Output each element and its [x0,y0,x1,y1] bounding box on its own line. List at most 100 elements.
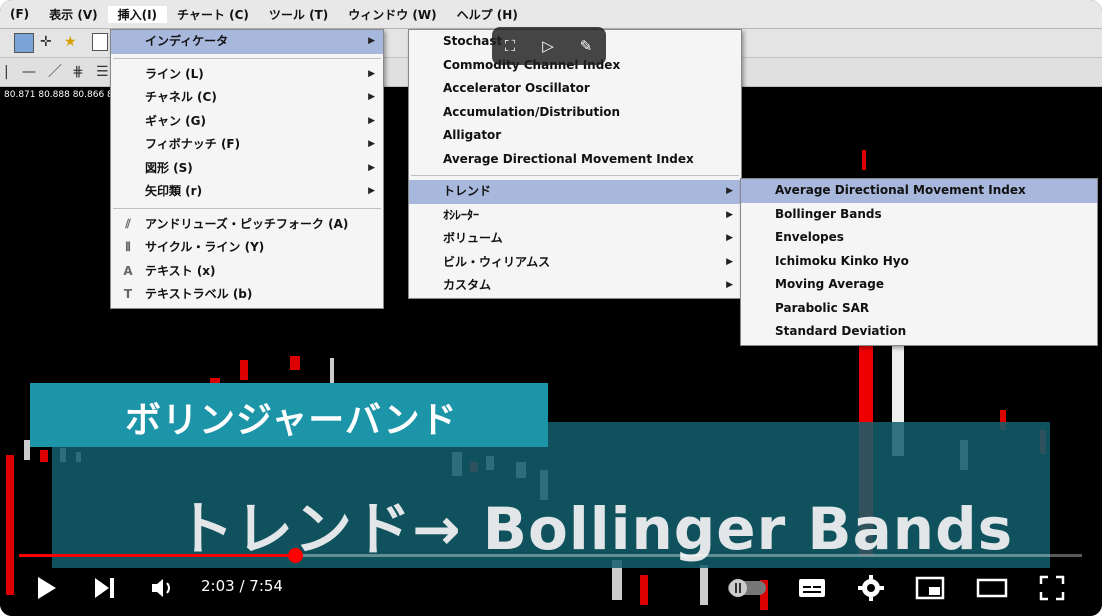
insert_menu-item-12[interactable]: T テキストラベル (b) [111,283,383,307]
insert_menu-item-11[interactable]: A テキスト (x) [111,260,383,284]
video-player[interactable]: (F) 表示 (V) 挿入(I) チャート (C) ツール (T) ウィンドウ (W) ヘル… [0,0,1102,616]
submenu-arrow-icon: ▶ [368,115,375,126]
menu-0[interactable]: (F) [0,7,39,21]
scrubber-knob[interactable] [287,548,303,563]
menu-6[interactable]: ヘルプ (H) [447,6,528,23]
indicators_menu-item-9[interactable]: ボリューム ▶ [409,227,741,251]
insert_menu-item-4[interactable]: ギャン (G) ▶ [111,110,383,134]
insert_menu-item-2[interactable]: ライン (L) ▶ [111,63,383,87]
menu-item-label: ギャン (G) [145,113,206,128]
play-later-icon[interactable]: ▷ [536,34,560,58]
text-label-icon: T [123,287,133,301]
trend_menu-item-5[interactable]: Parabolic SAR [741,297,1097,321]
indicators_menu-item-2[interactable]: Accelerator Oscillator [409,77,741,101]
folder-star-icon[interactable]: ★ [64,32,77,52]
indicators_menu-item-4[interactable]: Alligator [409,124,741,148]
trend_menu-item-4[interactable]: Moving Average [741,273,1097,297]
price-readout: 80.871 80.888 80.866 80 [4,90,119,100]
indicators_menu-item-7[interactable]: トレンド ▶ [409,180,741,204]
submenu-arrow-icon: ▶ [726,256,733,267]
volume-icon[interactable] [148,573,176,603]
indicators_menu-item-10[interactable]: ビル・ウィリアムス ▶ [409,251,741,275]
menu-separator [411,175,739,176]
menu-item-label: トレンド [443,184,492,198]
trend_menu-item-2[interactable]: Envelopes [741,226,1097,250]
insert_menu-item-5[interactable]: フィボナッチ (F) ▶ [111,133,383,157]
menu-item-label: フィボナッチ (F) [145,137,241,151]
candle [240,360,248,380]
menu-item-label: Average Directional Movement Index [775,183,1026,197]
trend_menu-item-0[interactable]: Average Directional Movement Index [741,179,1097,203]
autoplay-toggle-icon[interactable] [726,573,768,603]
trend_menu-item-3[interactable]: Ichimoku Kinko Hyo [741,250,1097,274]
menu-item-label: Moving Average [775,277,884,291]
clip-icon[interactable]: ⛶ [498,34,522,58]
notes-icon[interactable]: ✎ [574,34,598,58]
title-banner: ボリンジャーバンド [30,383,548,447]
insert_menu-item-3[interactable]: チャネル (C) ▶ [111,86,383,110]
insert_menu-item-0[interactable]: インディケータ ▶ [111,30,383,54]
theater-mode-icon[interactable] [975,573,1009,603]
indicators_menu-item-8[interactable]: ｵｼﾚｰﾀｰ ▶ [409,204,741,228]
menu-item-label: 矢印類 (r) [145,184,203,198]
menu-item-label: Parabolic SAR [775,300,870,315]
candle [40,450,48,462]
vertical-line-icon[interactable]: | [4,62,9,82]
menu-item-label: Standard Deviation [775,324,907,338]
text-icon: A [123,263,133,278]
progress-bar[interactable] [19,548,1082,563]
settings-gear-icon[interactable] [856,573,886,603]
menu-item-label: Average Directional Movement Index [443,151,694,166]
miniplayer-icon[interactable] [914,573,946,603]
next-icon[interactable] [92,573,118,603]
menu-item-label: サイクル・ライン (Y) [145,240,265,254]
horizontal-line-icon[interactable]: — [22,62,36,82]
title-text: ボリンジャーバンド [125,400,458,441]
candle [6,455,14,595]
crosshair-icon[interactable]: ✛ [40,32,52,52]
submenu-arrow-icon: ▶ [368,186,375,196]
menu-4[interactable]: ツール (T) [259,6,338,23]
video-actions-overlay: ⛶ ▷ ✎ [492,27,606,65]
candle [290,356,300,370]
insert_menu-item-7[interactable]: 矢印類 (r) ▶ [111,180,383,204]
indicators_menu-item-5[interactable]: Average Directional Movement Index [409,148,741,172]
menu-item-label: カスタム [443,278,492,292]
window-icon[interactable] [92,33,108,51]
menu-2[interactable]: 挿入(I) [107,5,168,23]
insert_menu-item-9[interactable]: ⫽ アンドリューズ・ピッチフォーク (A) [111,213,383,237]
play-icon[interactable] [34,573,60,603]
indicators_menu-item-3[interactable]: Accumulation/Distribution [409,101,741,125]
submenu-arrow-icon: ▶ [368,139,375,149]
trend-line-icon[interactable]: ／ [48,62,62,82]
fibo-icon[interactable]: ⋕ [72,62,84,82]
submenu-arrow-icon: ▶ [726,186,733,196]
trend_menu-item-1[interactable]: Bollinger Bands [741,203,1097,227]
fullscreen-icon[interactable] [1037,573,1067,603]
menu-item-label: テキスト (x) [145,263,216,278]
submenu-arrow-icon: ▶ [726,233,733,243]
indicators_menu-item-11[interactable]: カスタム ▶ [409,274,741,298]
submenu-arrow-icon: ▶ [368,162,375,173]
candle [862,150,866,170]
submenu-arrow-icon: ▶ [368,68,375,79]
channel-icon[interactable]: ☰ [96,62,109,82]
menu-item-label: Accumulation/Distribution [443,104,621,119]
pitchfork-icon: ⫽ [125,216,131,231]
indicators-menu: StochastCommodity Channel IndexAccelerat… [408,29,742,299]
chart-icon[interactable] [14,33,34,53]
menu-1[interactable]: 表示 (V) [39,6,107,23]
subtitles-icon[interactable] [796,573,828,603]
menu-5[interactable]: ウィンドウ (W) [338,6,446,23]
insert_menu-item-10[interactable]: ⦀ サイクル・ライン (Y) [111,236,383,260]
progress-fill [19,554,295,557]
trend_menu-item-6[interactable]: Standard Deviation [741,320,1097,344]
submenu-arrow-icon: ▶ [368,36,375,46]
menu-item-label: Bollinger Bands [775,206,882,221]
insert_menu-item-6[interactable]: 図形 (S) ▶ [111,157,383,181]
menu-3[interactable]: チャート (C) [167,6,259,23]
menu-item-label: チャネル (C) [145,90,217,104]
menu-item-label: 図形 (S) [145,160,193,175]
menu-item-label: インディケータ [145,34,229,48]
menu-bar: (F) 表示 (V) 挿入(I) チャート (C) ツール (T) ウィンドウ (W) ヘル… [0,0,1102,29]
